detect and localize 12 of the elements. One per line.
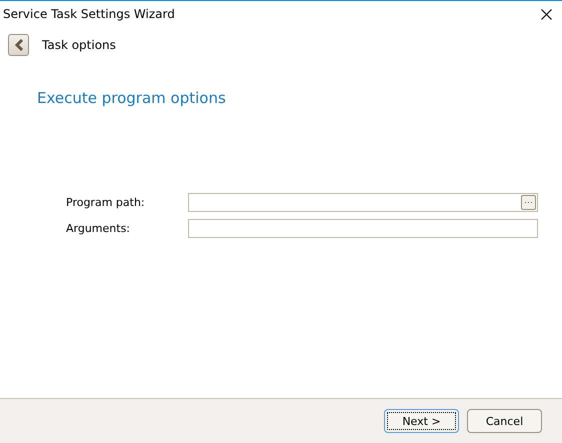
section-heading: Execute program options bbox=[37, 89, 227, 107]
next-button[interactable]: Next > bbox=[384, 409, 459, 433]
cancel-button[interactable]: Cancel bbox=[467, 409, 542, 433]
field-label: Program path: bbox=[66, 196, 146, 209]
input-field[interactable]: ··· bbox=[188, 193, 538, 212]
close-icon bbox=[540, 8, 552, 20]
page-title: Task options bbox=[42, 38, 116, 52]
input-field[interactable] bbox=[188, 219, 538, 238]
window-title: Service Task Settings Wizard bbox=[3, 7, 175, 21]
field-label: Arguments: bbox=[66, 222, 132, 235]
browse-button[interactable]: ··· bbox=[521, 195, 536, 210]
back-button[interactable] bbox=[8, 34, 29, 56]
